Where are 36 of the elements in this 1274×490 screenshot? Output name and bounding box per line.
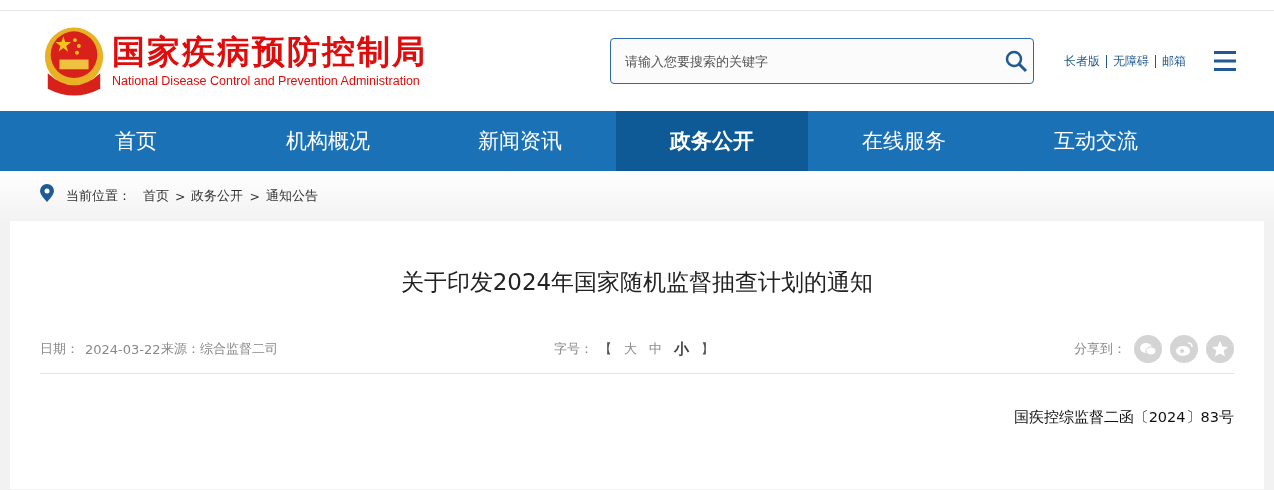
breadcrumb-label: 当前位置：: [66, 187, 131, 205]
search-icon[interactable]: [1004, 49, 1028, 73]
nav-tab[interactable]: 机构概况: [232, 111, 424, 171]
source-text: 综合监督二司: [199, 340, 278, 358]
share-label: 分享到：: [1074, 340, 1126, 358]
location-pin-icon: [40, 184, 54, 202]
article-title: 关于印发2024年国家随机监督抽查计划的通知: [399, 268, 875, 297]
chat-bubble-icon[interactable]: [1134, 335, 1162, 363]
nav-tab[interactable]: 在线服务: [808, 111, 1000, 171]
breadcrumb-link[interactable]: 政务公开: [191, 187, 244, 205]
site-subtitle: National Disease Control and Prevention Administration: [112, 73, 421, 90]
font-size-option[interactable]: 小: [674, 339, 689, 359]
date-label: 日期：: [40, 340, 79, 358]
bracket: 】: [701, 340, 714, 358]
source-label: 来源：: [160, 340, 200, 358]
site-title: 国家疾病预防控制局: [112, 32, 427, 72]
bracket: 【: [599, 340, 612, 358]
breadcrumb-separator: >: [175, 188, 186, 204]
nav-tab[interactable]: 首页: [40, 111, 232, 171]
breadcrumb-separator: >: [249, 188, 260, 204]
header-link[interactable]: 无障碍: [1113, 52, 1149, 70]
nav-tab[interactable]: 新闻资讯: [424, 111, 616, 171]
header-link[interactable]: 长者版: [1064, 52, 1100, 70]
search-field[interactable]: 请输入您要搜索的关键字: [610, 38, 1034, 84]
breadcrumb-link[interactable]: 通知公告: [265, 187, 318, 205]
document-number: 国疾控综监督二函〔2024〕83号: [1012, 408, 1234, 427]
eye-logo-icon[interactable]: [1170, 335, 1198, 363]
header-link[interactable]: 邮箱: [1162, 52, 1186, 70]
breadcrumb-link[interactable]: 首页: [143, 187, 169, 205]
nav-tab[interactable]: 政务公开: [616, 111, 808, 171]
font-size-option[interactable]: 中: [649, 340, 662, 358]
font-size-option[interactable]: 大: [624, 340, 637, 358]
date-text: 2024-03-22: [85, 341, 161, 357]
menu-icon[interactable]: [1214, 51, 1236, 71]
font-size-label: 字号：: [554, 340, 593, 358]
nav-tab[interactable]: 互动交流: [1000, 111, 1192, 171]
